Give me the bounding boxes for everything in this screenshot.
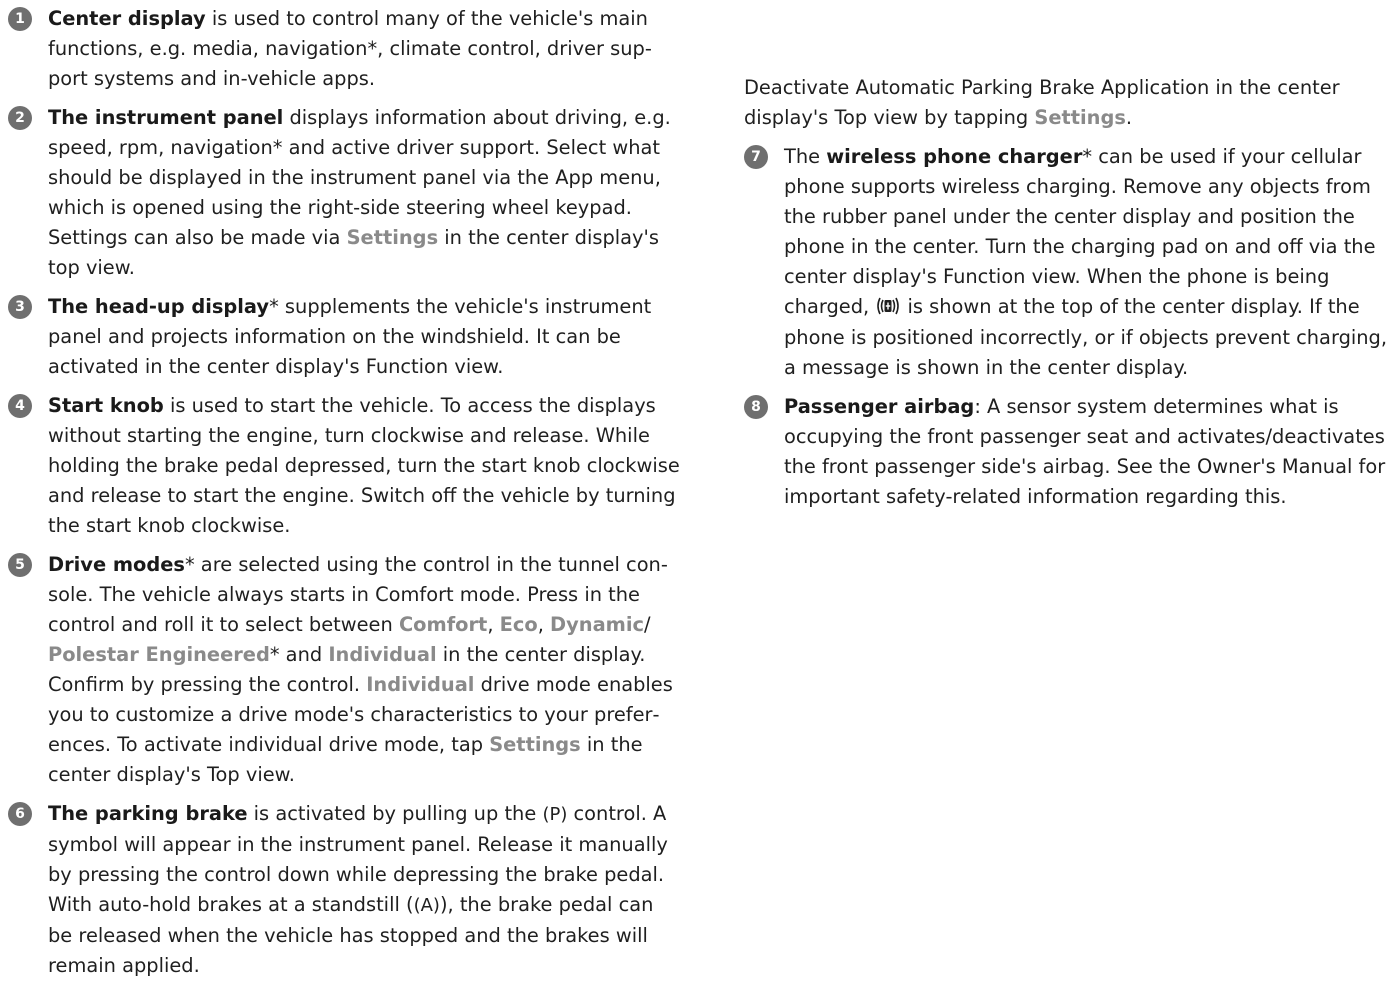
number-badge: 7 — [744, 145, 768, 169]
number-badge: 3 — [8, 295, 32, 319]
item-text: Start knob is used to start the vehicle.… — [48, 394, 680, 537]
list-item-1: 1 Center display is used to control many… — [8, 4, 680, 94]
item-title: Center display — [48, 7, 206, 30]
dynamic-term: Dynamic — [550, 613, 645, 636]
item-text: Passenger airbag: A sensor system determ… — [784, 395, 1386, 508]
item-title: The head-up display — [48, 295, 270, 318]
item-text: Deactivate Automatic Parking Brake Appli… — [744, 76, 1340, 129]
list-item-6-continued: Deactivate Automatic Parking Brake Appli… — [744, 4, 1394, 133]
comfort-term: Comfort — [398, 613, 488, 636]
item-title: The instrument panel — [48, 106, 284, 129]
item-text: The wireless phone charger* can be used … — [784, 145, 1388, 379]
item-text: Center display is used to control many o… — [48, 7, 652, 90]
individual-term: Individual — [366, 673, 475, 696]
item-title: wireless phone charger — [826, 145, 1083, 168]
left-column: 1 Center display is used to control many… — [8, 4, 680, 981]
eco-term: Eco — [499, 613, 538, 636]
parking-brake-icon: (P) — [542, 804, 568, 825]
wireless-charging-icon — [875, 293, 901, 323]
item-text: The head-up display* supplements the veh… — [48, 295, 652, 378]
list-item-5: 5 Drive modes* are selected using the co… — [8, 550, 680, 790]
settings-term: Settings — [346, 226, 439, 249]
item-text: Drive modes* are selected using the cont… — [48, 553, 673, 786]
settings-term: Settings — [1034, 106, 1126, 129]
number-badge: 4 — [8, 394, 32, 418]
polestar-term: Polestar Engineered — [48, 643, 270, 666]
settings-term: Settings — [489, 733, 581, 756]
list-item-3: 3 The head-up display* supplements the v… — [8, 292, 680, 382]
item-title: The parking brake — [48, 802, 248, 825]
number-badge: 2 — [8, 106, 32, 130]
list-item-2: 2 The instrument panel displays informat… — [8, 103, 680, 283]
number-badge: 6 — [8, 802, 32, 826]
item-title: Start knob — [48, 394, 164, 417]
number-badge: 1 — [8, 7, 32, 31]
list-item-6: 6 The parking brake is activated by pull… — [8, 799, 680, 981]
item-title: Drive modes — [48, 553, 185, 576]
number-badge: 5 — [8, 553, 32, 577]
auto-hold-icon: (A) — [413, 895, 440, 916]
list-item-4: 4 Start knob is used to start the vehicl… — [8, 391, 680, 541]
individual-term: Individual — [328, 643, 437, 666]
item-text: The instrument panel displays informatio… — [48, 106, 671, 279]
item-title: Passenger airbag — [784, 395, 975, 418]
right-column: Deactivate Automatic Parking Brake Appli… — [744, 4, 1394, 512]
number-badge: 8 — [744, 395, 768, 419]
list-item-7: 7 The wireless phone charger* can be use… — [744, 142, 1394, 383]
list-item-8: 8 Passenger airbag: A sensor system dete… — [744, 392, 1394, 512]
item-text: The parking brake is activated by pullin… — [48, 802, 668, 977]
